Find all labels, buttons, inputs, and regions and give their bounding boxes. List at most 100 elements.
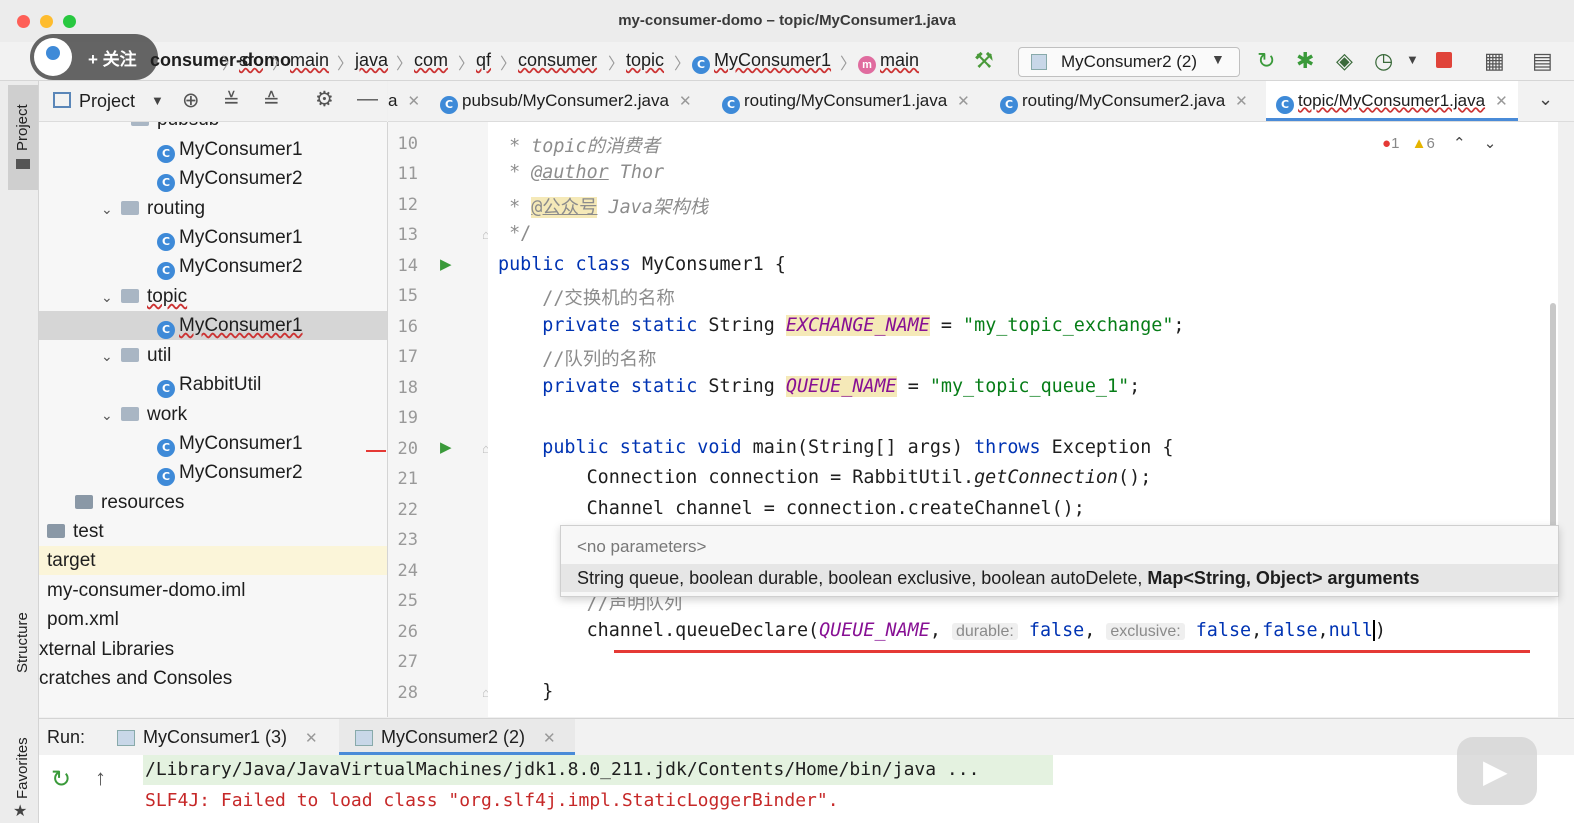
collapse-all-icon[interactable]: ≙ — [263, 88, 280, 113]
project-structure-icon[interactable]: ▦ — [1484, 48, 1505, 74]
tree-item-pubsub[interactable]: pubsub — [39, 122, 387, 134]
run-tab-consumer1[interactable]: MyConsumer1 (3) ✕ — [117, 719, 347, 755]
chevron-down-icon[interactable]: ⌄ — [1538, 89, 1553, 110]
tab-routing-consumer1[interactable]: Crouting/MyConsumer1.java ✕ — [722, 81, 970, 121]
close-icon[interactable]: ✕ — [957, 93, 970, 110]
close-icon[interactable]: ✕ — [543, 729, 556, 747]
warning-count: 6 — [1426, 135, 1435, 152]
tree-item-routing-consumer1[interactable]: C MyConsumer1 — [39, 223, 387, 252]
previous-highlight-icon[interactable]: ⌃ — [1453, 135, 1466, 152]
video-play-overlay[interactable]: ▶ — [1457, 737, 1537, 805]
line-number: 28 — [397, 683, 418, 703]
breadcrumb-separator: 〉 — [337, 56, 354, 73]
editor-gutter: 10 11 12 13 14 15 16 17 18 19 20 21 22 2… — [388, 122, 490, 717]
run-configuration-select[interactable]: MyConsumer2 (2) ▼ — [1018, 47, 1240, 77]
class-icon: C — [157, 321, 175, 339]
chevron-down-icon[interactable]: ⌄ — [101, 401, 121, 430]
close-icon[interactable]: ✕ — [1235, 93, 1248, 110]
project-view-title[interactable]: Project — [79, 91, 135, 112]
code-editor[interactable]: ●1 ▲6 ⌃ ⌄ * topic的消费者 * @author Thor * @… — [488, 122, 1558, 717]
breadcrumb-method[interactable]: main — [880, 50, 919, 70]
class-icon: C — [722, 96, 740, 114]
tree-item-target[interactable]: target — [39, 546, 387, 575]
gear-icon[interactable]: ⚙ — [315, 87, 334, 112]
arrow-up-icon[interactable]: ↑ — [95, 765, 106, 791]
code-token: topic的消费者 — [531, 136, 661, 157]
line-number: 21 — [397, 469, 418, 489]
tree-item-rabbitutil[interactable]: C RabbitUtil — [39, 370, 387, 399]
tab-partial[interactable]: a ✕ — [388, 81, 420, 121]
profile-icon[interactable]: ◷ — [1374, 48, 1393, 74]
close-icon[interactable]: ✕ — [679, 93, 692, 110]
expand-all-icon[interactable]: ≚ — [223, 88, 240, 113]
tab-routing-consumer2[interactable]: Crouting/MyConsumer2.java ✕ — [1000, 81, 1248, 121]
tree-item-work-consumer2[interactable]: C MyConsumer2 — [39, 458, 387, 487]
next-highlight-icon[interactable]: ⌄ — [1484, 135, 1497, 152]
tree-item-work[interactable]: ⌄ work — [39, 400, 387, 430]
tree-item-pubsub-consumer2[interactable]: C MyConsumer2 — [39, 164, 387, 193]
code-token: false — [1017, 620, 1085, 641]
tree-item-resources[interactable]: resources — [39, 488, 387, 517]
tree-item-label: work — [147, 404, 188, 425]
rerun-icon[interactable]: ↻ — [51, 765, 71, 794]
stop-icon[interactable] — [1436, 52, 1452, 68]
run-panel-header: Run: MyConsumer1 (3) ✕ MyConsumer2 (2) ✕ — [39, 718, 1574, 755]
inspection-widget[interactable]: ●1 ▲6 ⌃ ⌄ — [1382, 134, 1496, 152]
param-option-signature: String queue, boolean durable, boolean e… — [577, 568, 1419, 589]
tree-item-pubsub-consumer1[interactable]: C MyConsumer1 — [39, 135, 387, 164]
tab-pubsub-consumer2[interactable]: Cpubsub/MyConsumer2.java ✕ — [440, 81, 692, 121]
tree-item-work-consumer1[interactable]: C MyConsumer1 — [39, 429, 387, 458]
follow-label[interactable]: + 关注 — [88, 45, 137, 70]
breadcrumb-com[interactable]: com — [414, 50, 448, 70]
chevron-down-icon[interactable]: ▼ — [1406, 52, 1419, 67]
chevron-down-icon[interactable]: ⌄ — [101, 283, 121, 312]
tree-item-iml[interactable]: my-consumer-domo.iml — [39, 576, 387, 605]
chevron-down-icon[interactable]: ⌄ — [101, 342, 121, 371]
tree-item-label: util — [147, 345, 172, 366]
run-main-icon[interactable]: ▶ — [440, 438, 452, 456]
close-icon[interactable]: ✕ — [305, 729, 318, 747]
settings-panel-icon[interactable]: ▤ — [1532, 48, 1553, 74]
tree-item-routing[interactable]: ⌄ routing — [39, 194, 387, 224]
follow-overlay[interactable]: + 关注 — [30, 34, 158, 80]
debug-icon[interactable]: ✱ — [1296, 48, 1314, 74]
close-icon[interactable]: ✕ — [407, 93, 420, 110]
favorites-tool-label[interactable]: Favorites — [14, 737, 31, 799]
breadcrumb-project[interactable]: consumer-domo — [150, 50, 291, 71]
chevron-down-icon[interactable]: ▼ — [151, 93, 164, 108]
chevron-down-icon[interactable]: ⌄ — [101, 195, 121, 224]
line-number: 22 — [397, 500, 418, 520]
locate-icon[interactable]: ⊕ — [182, 88, 200, 113]
code-token: @公众号 — [531, 197, 598, 218]
breadcrumb-main[interactable]: main — [290, 50, 329, 70]
breadcrumb-consumer[interactable]: consumer — [518, 50, 597, 70]
breadcrumb-topic[interactable]: topic — [626, 50, 664, 70]
close-icon[interactable]: ✕ — [1495, 93, 1508, 110]
structure-tool-label[interactable]: Structure — [14, 612, 31, 673]
tree-item-test[interactable]: test — [39, 517, 387, 546]
package-icon — [121, 348, 139, 362]
tree-item-topic[interactable]: ⌄ topic — [39, 282, 387, 312]
build-hammer-icon[interactable]: ⚒ — [974, 48, 994, 74]
tree-item-topic-consumer1[interactable]: C MyConsumer1 — [39, 311, 387, 340]
tree-item-routing-consumer2[interactable]: C MyConsumer2 — [39, 252, 387, 281]
run-console[interactable]: ↻ ↑ /Library/Java/JavaVirtualMachines/jd… — [39, 737, 1574, 823]
tree-item-util[interactable]: ⌄ util — [39, 341, 387, 371]
run-class-icon[interactable]: ▶ — [440, 255, 452, 273]
project-tool-label[interactable]: Project — [14, 104, 31, 151]
breadcrumb-java[interactable]: java — [355, 50, 388, 70]
code-line-20: public static void main(String[] args) t… — [498, 437, 1173, 458]
channel-avatar — [34, 38, 72, 76]
rerun-icon[interactable]: ↻ — [1257, 48, 1275, 74]
run-tab-consumer2[interactable]: MyConsumer2 (2) ✕ — [339, 719, 575, 755]
hide-panel-icon[interactable]: — — [357, 87, 378, 111]
tree-item-external-libraries[interactable]: xternal Libraries — [39, 635, 387, 664]
breadcrumb-class[interactable]: MyConsumer1 — [714, 50, 831, 70]
tab-topic-consumer1[interactable]: Ctopic/MyConsumer1.java ✕ — [1266, 81, 1518, 121]
tree-item-pom[interactable]: pom.xml — [39, 605, 387, 634]
breadcrumb-src[interactable]: src — [239, 50, 263, 70]
coverage-icon[interactable]: ◈ — [1336, 48, 1353, 74]
tree-item-label: MyConsumer1 — [179, 315, 303, 336]
breadcrumb-qf[interactable]: qf — [476, 50, 491, 70]
tree-item-scratches[interactable]: cratches and Consoles — [39, 664, 387, 693]
